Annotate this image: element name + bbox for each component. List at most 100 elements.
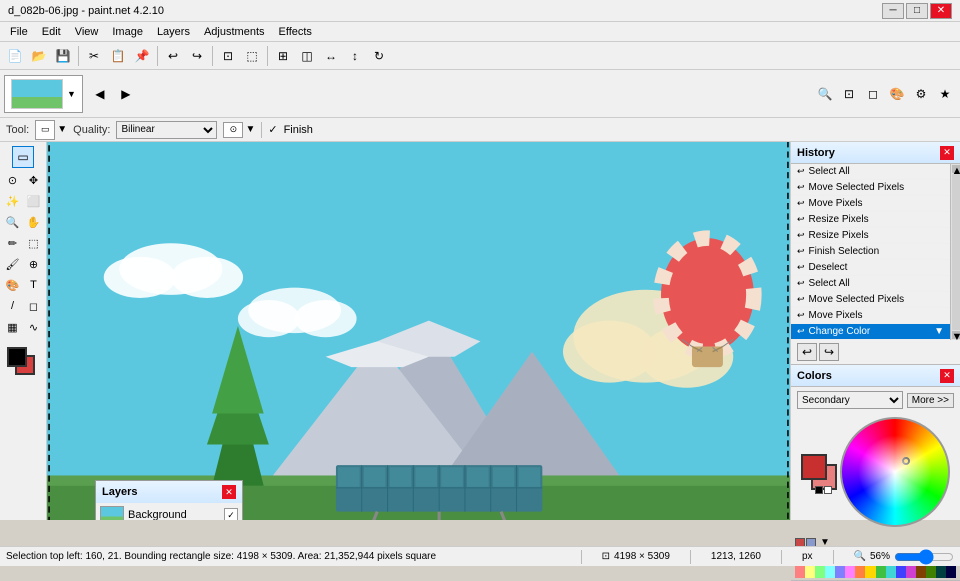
- palette-color[interactable]: [896, 566, 906, 578]
- image-tab[interactable]: ▼: [4, 75, 83, 113]
- history-item[interactable]: ↩ Finish Selection: [791, 244, 950, 260]
- white-dot[interactable]: [824, 486, 832, 494]
- resize-button[interactable]: ⊞: [272, 45, 294, 67]
- tool-paintbucket[interactable]: ⬜: [24, 191, 44, 211]
- menu-layers[interactable]: Layers: [151, 24, 196, 40]
- history-item[interactable]: ↩ Deselect: [791, 260, 950, 276]
- palette-color[interactable]: [926, 566, 936, 578]
- tool-lasso[interactable]: ⊙: [3, 170, 23, 190]
- scroll-up-button[interactable]: ▲: [952, 165, 960, 173]
- open-button[interactable]: 📂: [28, 45, 50, 67]
- undo-button[interactable]: ↩: [162, 45, 184, 67]
- blend-dropdown-arrow[interactable]: ▼: [245, 124, 255, 135]
- scroll-down-button[interactable]: ▼: [952, 331, 960, 339]
- toolbar-icon-6[interactable]: ★: [934, 83, 956, 105]
- black-dot[interactable]: [815, 486, 823, 494]
- redo-button[interactable]: ↪: [186, 45, 208, 67]
- flip-v-button[interactable]: ↕: [344, 45, 366, 67]
- palette-color[interactable]: [805, 566, 815, 578]
- cut-button[interactable]: ✂: [83, 45, 105, 67]
- tab-dropdown-arrow[interactable]: ▼: [67, 89, 76, 99]
- zoom-slider[interactable]: [894, 551, 954, 563]
- history-item-active[interactable]: ↩ Change Color ▼: [791, 324, 950, 340]
- palette-color[interactable]: [946, 566, 956, 578]
- history-item[interactable]: ↩ Move Pixels: [791, 308, 950, 324]
- minimize-button[interactable]: ─: [882, 3, 904, 19]
- history-item[interactable]: ↩ Move Selected Pixels: [791, 292, 950, 308]
- paste-button[interactable]: 📌: [131, 45, 153, 67]
- tool-pan[interactable]: ✋: [24, 212, 44, 232]
- save-button[interactable]: 💾: [52, 45, 74, 67]
- history-item[interactable]: ↩ Move Pixels: [791, 196, 950, 212]
- palette-color[interactable]: [825, 566, 835, 578]
- new-button[interactable]: 📄: [4, 45, 26, 67]
- primary-color-large-swatch[interactable]: [801, 454, 827, 480]
- tool-dropdown-arrow[interactable]: ▼: [57, 124, 67, 135]
- palette-color[interactable]: [845, 566, 855, 578]
- tool-zoom[interactable]: 🔍: [3, 212, 23, 232]
- flip-h-button[interactable]: ↔: [320, 45, 342, 67]
- tool-eraser[interactable]: ⬚: [24, 233, 44, 253]
- history-item[interactable]: ↩ Resize Pixels: [791, 228, 950, 244]
- menu-adjustments[interactable]: Adjustments: [198, 24, 271, 40]
- palette-color[interactable]: [835, 566, 845, 578]
- tool-unknown[interactable]: ∿: [24, 317, 44, 337]
- copy-button[interactable]: 📋: [107, 45, 129, 67]
- history-item[interactable]: ↩ Resize Pixels: [791, 212, 950, 228]
- menu-view[interactable]: View: [69, 24, 105, 40]
- undo-history-button[interactable]: ↩: [797, 343, 817, 361]
- layers-close-button[interactable]: ✕: [222, 485, 236, 499]
- color-wheel[interactable]: [840, 417, 950, 527]
- palette-color[interactable]: [916, 566, 926, 578]
- rotate-90-button[interactable]: ↻: [368, 45, 390, 67]
- more-colors-button[interactable]: More >>: [907, 393, 954, 408]
- history-item[interactable]: ↩ Select All: [791, 276, 950, 292]
- toolbar-icon-5[interactable]: ⚙: [910, 83, 932, 105]
- tool-magic-wand[interactable]: ✨: [3, 191, 23, 211]
- tool-clone[interactable]: ⊕: [24, 254, 44, 274]
- palette-color[interactable]: [865, 566, 875, 578]
- palette-color[interactable]: [936, 566, 946, 578]
- redo-history-button[interactable]: ↪: [819, 343, 839, 361]
- menu-image[interactable]: Image: [106, 24, 149, 40]
- palette-color[interactable]: [815, 566, 825, 578]
- palette-color[interactable]: [906, 566, 916, 578]
- history-close-button[interactable]: ✕: [940, 146, 954, 160]
- history-item[interactable]: ↩ Move Selected Pixels: [791, 180, 950, 196]
- history-item[interactable]: ↩ Select All: [791, 164, 950, 180]
- menu-file[interactable]: File: [4, 24, 34, 40]
- history-scrollbar[interactable]: ▲ ▼: [950, 164, 960, 340]
- quality-select[interactable]: Bilinear Nearest Neighbor Bicubic: [116, 121, 217, 139]
- finish-label[interactable]: Finish: [284, 124, 313, 136]
- tool-recolor[interactable]: 🎨: [3, 275, 23, 295]
- color-mode-select[interactable]: Secondary Primary: [797, 391, 903, 409]
- maximize-button[interactable]: □: [906, 3, 928, 19]
- layer-row[interactable]: Background ✓: [96, 503, 242, 520]
- color-wheel-wrapper[interactable]: [836, 413, 954, 531]
- toolbar-icon-1[interactable]: 🔍: [814, 83, 836, 105]
- deselect-button[interactable]: ⊡: [217, 45, 239, 67]
- tool-text[interactable]: T: [24, 275, 44, 295]
- tool-line[interactable]: /: [3, 296, 23, 316]
- palette-color[interactable]: [876, 566, 886, 578]
- palette-color[interactable]: [795, 566, 805, 578]
- tool-brush[interactable]: 🖌: [3, 254, 23, 274]
- tool-pencil[interactable]: ✏: [3, 233, 23, 253]
- layer-visibility-checkbox[interactable]: ✓: [224, 508, 238, 520]
- toolbar-icon-3[interactable]: ◻: [862, 83, 884, 105]
- palette-color[interactable]: [886, 566, 896, 578]
- tool-move[interactable]: ✥: [24, 170, 44, 190]
- next-tab-button[interactable]: ▶: [115, 83, 137, 105]
- tool-shapes[interactable]: ◻: [24, 296, 44, 316]
- menu-effects[interactable]: Effects: [273, 24, 318, 40]
- palette-color[interactable]: [855, 566, 865, 578]
- toolbar-icon-2[interactable]: ⊡: [838, 83, 860, 105]
- primary-color-swatch[interactable]: [7, 347, 27, 367]
- prev-tab-button[interactable]: ◀: [89, 83, 111, 105]
- menu-edit[interactable]: Edit: [36, 24, 67, 40]
- tool-gradient[interactable]: ▦: [3, 317, 23, 337]
- invert-select-button[interactable]: ⬚: [241, 45, 263, 67]
- canvas-size-button[interactable]: ◫: [296, 45, 318, 67]
- colors-close-button[interactable]: ✕: [940, 369, 954, 383]
- canvas-area[interactable]: Layers ✕ Background ✓ + 🗑 ⧉ ⬇ ▲ ▼ ⚙: [47, 142, 790, 520]
